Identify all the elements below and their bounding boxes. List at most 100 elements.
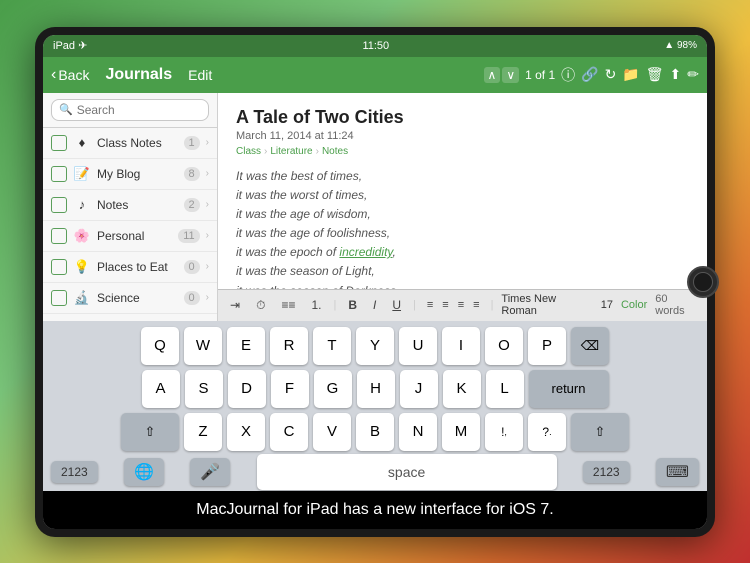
- doc-content[interactable]: A Tale of Two Cities March 11, 2014 at 1…: [218, 93, 707, 289]
- key-question[interactable]: ?.: [528, 413, 566, 451]
- underline-button[interactable]: U: [388, 297, 405, 313]
- key-f[interactable]: F: [271, 370, 309, 408]
- key-space[interactable]: space: [257, 454, 557, 490]
- arrow-icon: ›: [206, 230, 209, 241]
- key-mic[interactable]: 🎤: [190, 458, 230, 486]
- key-p[interactable]: P: [528, 327, 566, 365]
- key-exclaim[interactable]: !,: [485, 413, 523, 451]
- breadcrumb-literature[interactable]: Literature: [270, 146, 312, 157]
- key-g[interactable]: G: [314, 370, 352, 408]
- key-q[interactable]: Q: [141, 327, 179, 365]
- key-i[interactable]: I: [442, 327, 480, 365]
- key-c[interactable]: C: [270, 413, 308, 451]
- bold-button[interactable]: B: [344, 297, 361, 313]
- item-name: Science: [97, 291, 178, 305]
- clock-button[interactable]: ⏱: [252, 297, 269, 314]
- doc-date: March 11, 2014 at 11:24: [236, 130, 689, 142]
- back-label: Back: [58, 67, 89, 83]
- key-w[interactable]: W: [184, 327, 222, 365]
- info-icon[interactable]: ⓘ: [561, 65, 575, 85]
- key-keyboard[interactable]: ⌨: [656, 458, 699, 486]
- incredidity-link[interactable]: incredidity: [339, 245, 392, 259]
- key-globe[interactable]: 🌐: [124, 458, 164, 486]
- refresh-icon[interactable]: ↻: [605, 66, 617, 83]
- key-r[interactable]: R: [270, 327, 308, 365]
- sidebar-item-science[interactable]: 🔬 Science 0 ›: [43, 283, 217, 314]
- item-icon: 🔬: [73, 290, 91, 306]
- item-count: 11: [178, 229, 199, 243]
- key-delete[interactable]: ⌫: [571, 327, 609, 365]
- separator1: |: [333, 299, 336, 311]
- key-m[interactable]: M: [442, 413, 480, 451]
- key-u[interactable]: U: [399, 327, 437, 365]
- key-n[interactable]: N: [399, 413, 437, 451]
- key-shift[interactable]: ⇧: [121, 413, 179, 451]
- key-k[interactable]: K: [443, 370, 481, 408]
- edit-icon[interactable]: ✏: [687, 66, 699, 83]
- search-input[interactable]: [77, 103, 201, 117]
- align-center-button[interactable]: ≡: [439, 298, 451, 312]
- link-icon[interactable]: 🔗: [581, 66, 598, 83]
- key-v[interactable]: V: [313, 413, 351, 451]
- key-shift-right[interactable]: ⇧: [571, 413, 629, 451]
- breadcrumb-sep1: ›: [264, 146, 267, 157]
- doc-body[interactable]: It was the best of times, it was the wor…: [236, 167, 689, 289]
- breadcrumb-class[interactable]: Class: [236, 146, 261, 157]
- align-right-button[interactable]: ≡: [455, 298, 467, 312]
- sidebar: 🔍 ♦ Class Notes 1 › 📝 M: [43, 93, 218, 321]
- key-b[interactable]: B: [356, 413, 394, 451]
- key-d[interactable]: D: [228, 370, 266, 408]
- key-e[interactable]: E: [227, 327, 265, 365]
- doc-area: A Tale of Two Cities March 11, 2014 at 1…: [218, 93, 707, 321]
- font-size[interactable]: 17: [601, 299, 613, 311]
- share-icon[interactable]: ⬆: [670, 66, 682, 83]
- item-icon: 💡: [73, 259, 91, 275]
- caption-text: MacJournal for iPad has a new interface …: [196, 501, 554, 518]
- sidebar-item-notes[interactable]: ♪ Notes 2 ›: [43, 190, 217, 221]
- key-t[interactable]: T: [313, 327, 351, 365]
- sidebar-item-personal[interactable]: 🌸 Personal 11 ›: [43, 221, 217, 252]
- list-button[interactable]: ≡≡: [277, 297, 299, 313]
- edit-button[interactable]: Edit: [188, 67, 212, 83]
- nav-bar: ‹ Back Journals Edit ∧ ∨ 1 of 1 ⓘ 🔗 ↻ 📁 …: [43, 57, 707, 93]
- sidebar-item-class-notes[interactable]: ♦ Class Notes 1 ›: [43, 128, 217, 159]
- back-button[interactable]: ‹ Back: [51, 66, 89, 84]
- home-button-inner: [693, 272, 713, 292]
- folder-icon[interactable]: 📁: [622, 66, 639, 83]
- sidebar-item-places-to-eat[interactable]: 💡 Places to Eat 0 ›: [43, 252, 217, 283]
- home-button[interactable]: [687, 266, 719, 298]
- next-arrow-button[interactable]: ∨: [502, 67, 519, 83]
- align-left-button[interactable]: ≡: [424, 298, 436, 312]
- kb-row-1: Q W E R T Y U I O P ⌫: [47, 327, 703, 365]
- item-name: Notes: [97, 198, 178, 212]
- color-picker[interactable]: Color: [621, 299, 647, 311]
- search-input-wrap[interactable]: 🔍: [51, 99, 209, 121]
- search-icon: 🔍: [59, 103, 73, 116]
- checkbox-icon: [51, 228, 67, 244]
- key-return[interactable]: return: [529, 370, 609, 408]
- breadcrumb-notes[interactable]: Notes: [322, 146, 348, 157]
- key-l[interactable]: L: [486, 370, 524, 408]
- font-name[interactable]: Times New Roman: [501, 293, 592, 317]
- key-o[interactable]: O: [485, 327, 523, 365]
- sidebar-item-my-blog[interactable]: 📝 My Blog 8 ›: [43, 159, 217, 190]
- numbered-list-button[interactable]: 1.: [307, 297, 325, 313]
- tab-button[interactable]: ⇥: [226, 297, 244, 313]
- key-h[interactable]: H: [357, 370, 395, 408]
- checkbox-icon: [51, 135, 67, 151]
- trash-icon[interactable]: 🗑: [646, 66, 664, 83]
- key-z[interactable]: Z: [184, 413, 222, 451]
- italic-button[interactable]: I: [369, 297, 380, 313]
- key-x[interactable]: X: [227, 413, 265, 451]
- key-y[interactable]: Y: [356, 327, 394, 365]
- key-s[interactable]: S: [185, 370, 223, 408]
- key-numbers-left[interactable]: 2123: [51, 461, 98, 483]
- screen: iPad ✈ 11:50 ▲ 98% ‹ Back Journals Edit …: [43, 35, 707, 529]
- item-name: Personal: [97, 229, 172, 243]
- key-j[interactable]: J: [400, 370, 438, 408]
- prev-arrow-button[interactable]: ∧: [484, 67, 501, 83]
- checkbox-icon: [51, 197, 67, 213]
- key-a[interactable]: A: [142, 370, 180, 408]
- align-justify-button[interactable]: ≡: [470, 298, 482, 312]
- key-numbers-right[interactable]: 2123: [583, 461, 630, 483]
